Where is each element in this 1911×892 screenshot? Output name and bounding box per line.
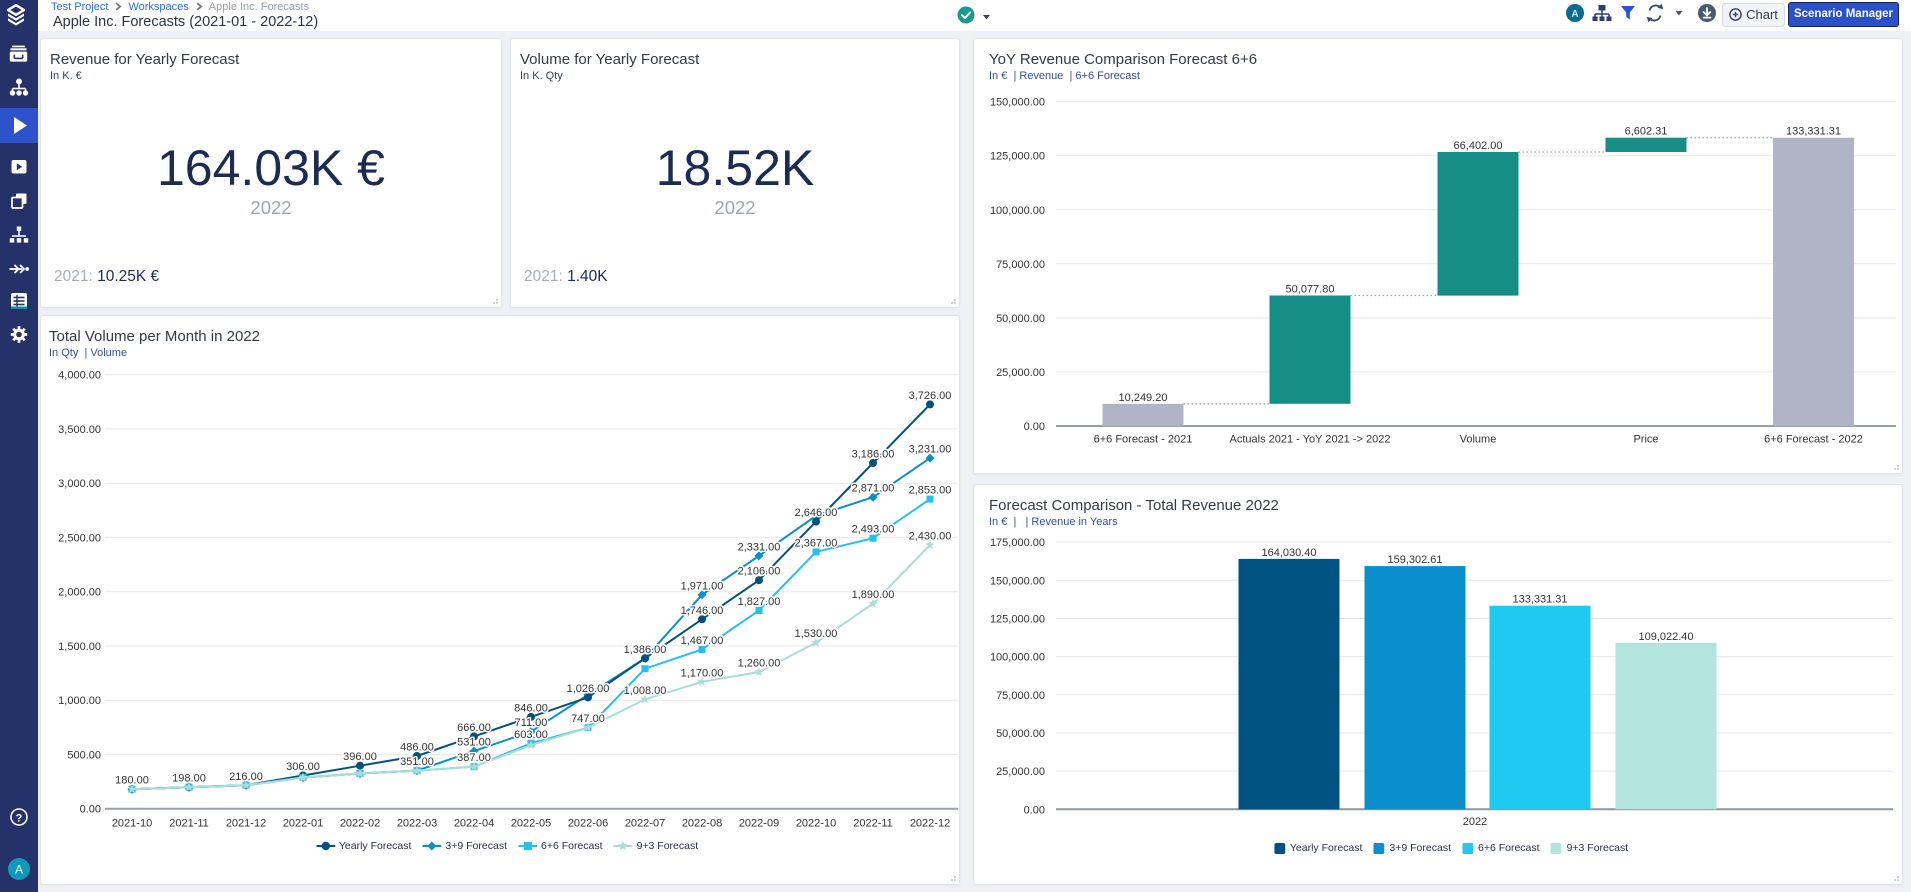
svg-text:396.00: 396.00 [343, 751, 377, 763]
svg-text:A: A [1571, 9, 1578, 20]
svg-text:2022-05: 2022-05 [511, 818, 551, 830]
svg-text:1,500.00: 1,500.00 [58, 641, 101, 653]
svg-text:603.00: 603.00 [514, 729, 548, 741]
svg-text:6+6 Forecast - 2021: 6+6 Forecast - 2021 [1094, 434, 1193, 446]
svg-text:351.00: 351.00 [400, 756, 434, 768]
svg-text:75,000.00: 75,000.00 [996, 690, 1045, 702]
svg-text:50,077.80: 50,077.80 [1286, 284, 1335, 296]
svg-text:2,500.00: 2,500.00 [58, 532, 101, 544]
svg-text:1,530.00: 1,530.00 [795, 628, 838, 640]
svg-text:164,030.40: 164,030.40 [1261, 547, 1316, 559]
svg-text:2022-11: 2022-11 [853, 818, 893, 830]
svg-text:2022: 2022 [1463, 816, 1487, 828]
svg-text:6,602.31: 6,602.31 [1625, 126, 1668, 138]
svg-text:25,000.00: 25,000.00 [996, 367, 1045, 379]
svg-text:180.00: 180.00 [115, 775, 149, 787]
svg-text:531.00: 531.00 [457, 737, 491, 749]
svg-text:2022-10: 2022-10 [796, 818, 836, 830]
svg-text:6+6 Forecast - 2022: 6+6 Forecast - 2022 [1764, 434, 1863, 446]
svg-text:3,500.00: 3,500.00 [58, 424, 101, 436]
svg-text:1,026.00: 1,026.00 [567, 683, 610, 695]
svg-text:3,726.00: 3,726.00 [909, 390, 952, 402]
svg-text:846.00: 846.00 [514, 702, 548, 714]
svg-text:?: ? [16, 813, 23, 825]
svg-text:2021-12: 2021-12 [226, 818, 266, 830]
svg-text:Actuals 2021 - YoY 2021 -> 202: Actuals 2021 - YoY 2021 -> 2022 [1230, 434, 1391, 446]
svg-text:1,008.00: 1,008.00 [624, 685, 667, 697]
svg-text:3,186.00: 3,186.00 [852, 449, 895, 461]
svg-text:2022-06: 2022-06 [568, 818, 608, 830]
svg-text:747.00: 747.00 [571, 713, 605, 725]
svg-text:10,249.20: 10,249.20 [1119, 392, 1168, 404]
svg-text:Volume: Volume [1460, 434, 1497, 446]
svg-text:133,331.31: 133,331.31 [1786, 126, 1841, 138]
svg-text:0.00: 0.00 [1024, 804, 1045, 816]
svg-text:1,386.00: 1,386.00 [624, 644, 667, 656]
svg-text:2022-03: 2022-03 [397, 818, 437, 830]
svg-text:666.00: 666.00 [457, 722, 491, 734]
svg-text:66,402.00: 66,402.00 [1454, 140, 1503, 152]
svg-text:2,871.00: 2,871.00 [852, 483, 895, 495]
svg-text:387.00: 387.00 [457, 752, 491, 764]
svg-text:Price: Price [1633, 434, 1658, 446]
svg-text:1,971.00: 1,971.00 [681, 580, 724, 592]
svg-text:1,000.00: 1,000.00 [58, 695, 101, 707]
svg-text:2,430.00: 2,430.00 [909, 531, 952, 543]
svg-text:50,000.00: 50,000.00 [996, 313, 1045, 325]
svg-text:A: A [15, 863, 23, 877]
svg-text:216.00: 216.00 [229, 771, 263, 783]
svg-text:0.00: 0.00 [1024, 421, 1045, 433]
svg-text:2022-12: 2022-12 [910, 818, 950, 830]
svg-text:175,000.00: 175,000.00 [990, 537, 1045, 549]
svg-text:150,000.00: 150,000.00 [990, 575, 1045, 587]
svg-text:1,170.00: 1,170.00 [681, 667, 724, 679]
svg-text:2022-02: 2022-02 [340, 818, 380, 830]
svg-text:2022-09: 2022-09 [739, 818, 779, 830]
svg-text:2,000.00: 2,000.00 [58, 587, 101, 599]
svg-text:150,000.00: 150,000.00 [990, 97, 1045, 109]
svg-text:109,022.40: 109,022.40 [1638, 631, 1693, 643]
svg-text:0.00: 0.00 [80, 804, 101, 816]
svg-text:2,106.00: 2,106.00 [738, 566, 781, 578]
svg-text:2022-08: 2022-08 [682, 818, 722, 830]
svg-text:3,231.00: 3,231.00 [909, 444, 952, 456]
svg-text:125,000.00: 125,000.00 [990, 151, 1045, 163]
svg-text:2022-07: 2022-07 [625, 818, 665, 830]
svg-text:2,646.00: 2,646.00 [795, 507, 838, 519]
svg-text:486.00: 486.00 [400, 742, 434, 754]
svg-text:133,331.31: 133,331.31 [1512, 594, 1567, 606]
svg-text:125,000.00: 125,000.00 [990, 614, 1045, 626]
svg-text:1,890.00: 1,890.00 [852, 589, 895, 601]
svg-text:2,853.00: 2,853.00 [909, 485, 952, 497]
svg-text:198.00: 198.00 [172, 773, 206, 785]
svg-text:25,000.00: 25,000.00 [996, 766, 1045, 778]
svg-text:100,000.00: 100,000.00 [990, 205, 1045, 217]
svg-text:2,367.00: 2,367.00 [795, 537, 838, 549]
svg-text:2021-11: 2021-11 [169, 818, 209, 830]
svg-text:1,827.00: 1,827.00 [738, 596, 781, 608]
svg-text:2022-04: 2022-04 [454, 818, 494, 830]
svg-text:75,000.00: 75,000.00 [996, 259, 1045, 271]
svg-text:1,746.00: 1,746.00 [681, 605, 724, 617]
svg-text:2021-10: 2021-10 [112, 818, 152, 830]
svg-text:3,000.00: 3,000.00 [58, 478, 101, 490]
svg-text:1,467.00: 1,467.00 [681, 635, 724, 647]
svg-text:1,260.00: 1,260.00 [738, 658, 781, 670]
svg-text:500.00: 500.00 [67, 749, 101, 761]
svg-text:2,331.00: 2,331.00 [738, 541, 781, 553]
svg-text:306.00: 306.00 [286, 761, 320, 773]
svg-text:711.00: 711.00 [515, 717, 548, 729]
svg-text:50,000.00: 50,000.00 [996, 728, 1045, 740]
svg-text:159,302.61: 159,302.61 [1387, 554, 1442, 566]
svg-text:2,493.00: 2,493.00 [852, 524, 895, 536]
svg-text:4,000.00: 4,000.00 [58, 370, 101, 382]
svg-text:2022-01: 2022-01 [283, 818, 323, 830]
svg-text:100,000.00: 100,000.00 [990, 652, 1045, 664]
